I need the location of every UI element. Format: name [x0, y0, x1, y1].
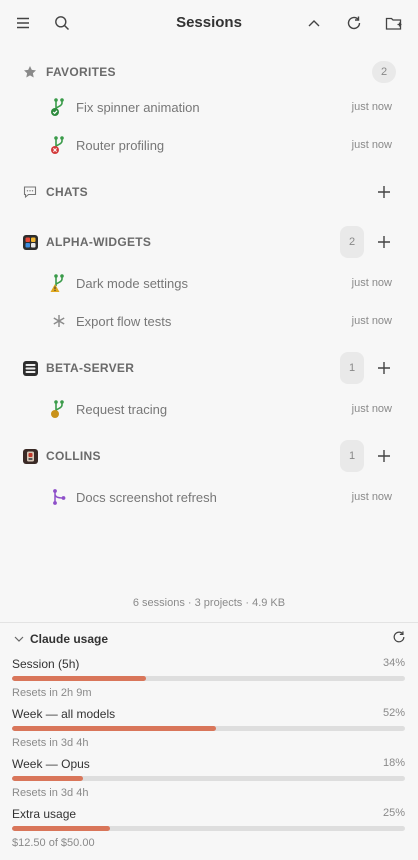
new-folder-icon[interactable]: [382, 11, 406, 35]
count-badge: 2: [340, 226, 364, 258]
meter-amount: $12.50 of $50.00: [12, 837, 95, 849]
section-label: BETA-SERVER: [46, 361, 135, 375]
collapse-all-icon[interactable]: [302, 11, 326, 35]
meter-label: Extra usage: [12, 807, 77, 821]
progress-fill: [12, 676, 146, 681]
progress-fill: [12, 776, 83, 781]
session-row[interactable]: Dark mode settings just now: [50, 270, 392, 296]
progress-track: [12, 676, 405, 681]
meter-reset: Resets in 3d 4h: [12, 737, 89, 749]
collins-project-icon: [22, 448, 38, 464]
session-time: just now: [351, 101, 392, 113]
session-time: just now: [351, 139, 392, 151]
add-chat-button[interactable]: [372, 180, 396, 204]
branch-pending-icon: [50, 399, 68, 419]
meter-label: Week — Opus: [12, 757, 90, 771]
session-time: just now: [351, 491, 392, 503]
progress-track: [12, 726, 405, 731]
meter-percent: 34%: [382, 657, 405, 669]
meter-percent: 25%: [382, 807, 405, 819]
section-beta-server[interactable]: BETA-SERVER 1: [22, 352, 396, 384]
meter-percent: 52%: [382, 707, 405, 719]
session-row[interactable]: Router profiling just now: [50, 132, 392, 158]
section-collins[interactable]: COLLINS 1: [22, 440, 396, 472]
session-time: just now: [351, 277, 392, 289]
branch-error-icon: [50, 135, 68, 155]
alpha-widgets-project-icon: [22, 234, 38, 250]
session-row[interactable]: Fix spinner animation just now: [50, 94, 392, 120]
chevron-down-icon[interactable]: [14, 630, 24, 648]
star-icon: [22, 64, 38, 80]
section-label: CHATS: [46, 185, 88, 199]
session-title: Docs screenshot refresh: [76, 489, 217, 505]
top-bar: Sessions: [0, 0, 418, 46]
session-time: just now: [351, 403, 392, 415]
meter-percent: 18%: [382, 757, 405, 769]
session-row[interactable]: Export flow tests just now: [50, 308, 392, 334]
session-title: Dark mode settings: [76, 275, 188, 291]
section-alpha-widgets[interactable]: ALPHA-WIDGETS 2: [22, 226, 396, 258]
session-row[interactable]: Request tracing just now: [50, 396, 392, 422]
usage-meter-extra: Extra usage 25% $12.50 of $50.00: [12, 807, 405, 849]
meter-reset: Resets in 2h 9m: [12, 687, 92, 699]
add-session-button[interactable]: [372, 356, 396, 380]
progress-track: [12, 776, 405, 781]
refresh-usage-icon[interactable]: [392, 630, 406, 649]
meter-reset: Resets in 3d 4h: [12, 787, 89, 799]
section-label: ALPHA-WIDGETS: [46, 235, 152, 249]
count-badge: 1: [340, 352, 364, 384]
progress-track: [12, 826, 405, 831]
progress-fill: [12, 826, 111, 831]
session-title: Request tracing: [76, 401, 168, 417]
section-label: FAVORITES: [46, 65, 116, 79]
branch-check-icon: [50, 97, 68, 117]
add-session-button[interactable]: [372, 230, 396, 254]
count-badge: 2: [372, 61, 396, 83]
branch-warning-icon: [50, 273, 68, 293]
session-time: just now: [351, 315, 392, 327]
session-title: Export flow tests: [76, 313, 172, 329]
asterisk-icon: [50, 311, 68, 331]
meter-label: Week — all models: [12, 707, 116, 721]
divider: [0, 622, 418, 623]
usage-meter-session: Session (5h) 34% Resets in 2h 9m: [12, 657, 405, 699]
session-row[interactable]: Docs screenshot refresh just now: [50, 484, 392, 510]
section-label: COLLINS: [46, 449, 101, 463]
section-favorites[interactable]: FAVORITES 2: [22, 58, 396, 86]
add-session-button[interactable]: [372, 444, 396, 468]
progress-fill: [12, 726, 217, 731]
chat-icon: [22, 184, 38, 200]
session-title: Fix spinner animation: [76, 99, 200, 115]
usage-header[interactable]: Claude usage: [14, 630, 406, 648]
usage-meter-week-all: Week — all models 52% Resets in 3d 4h: [12, 707, 405, 749]
session-stats: 6 sessions · 3 projects · 4.9 KB: [132, 597, 286, 609]
usage-title: Claude usage: [30, 632, 109, 646]
count-badge: 1: [340, 440, 364, 472]
section-chats[interactable]: CHATS: [22, 178, 396, 206]
refresh-icon[interactable]: [342, 11, 366, 35]
session-title: Router profiling: [76, 137, 165, 153]
usage-meter-week-opus: Week — Opus 18% Resets in 3d 4h: [12, 757, 405, 799]
merge-icon: [50, 487, 68, 507]
beta-server-project-icon: [22, 360, 38, 376]
meter-label: Session (5h): [12, 657, 80, 671]
